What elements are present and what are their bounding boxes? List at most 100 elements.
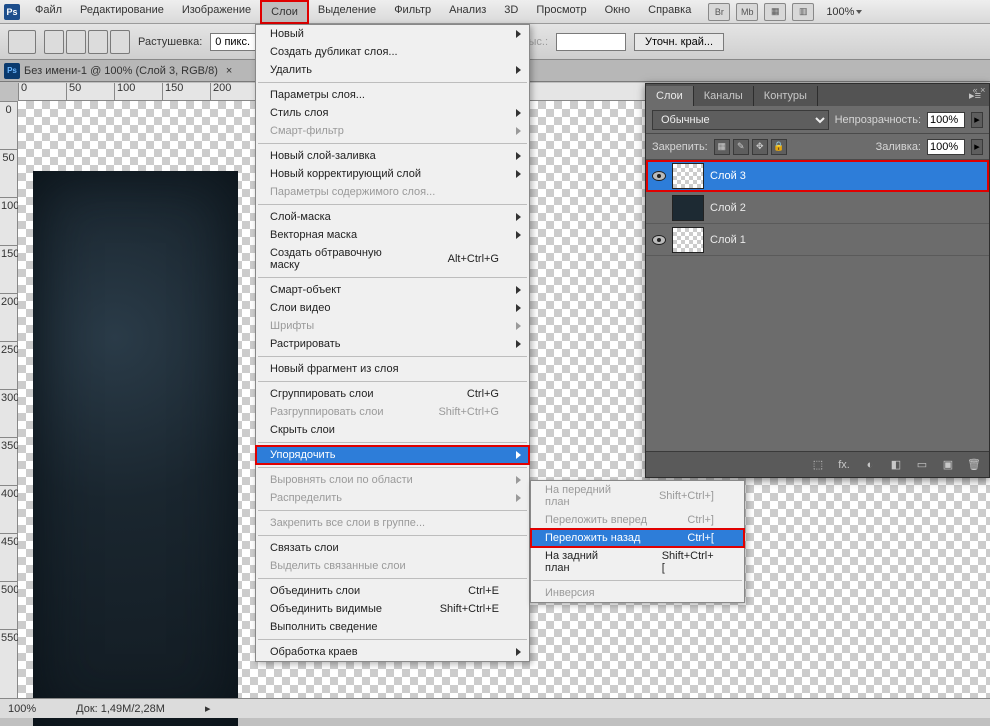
view-extras-icon[interactable]: ▥: [792, 3, 814, 21]
menu-item[interactable]: Создать обтравочную маскуAlt+Ctrl+G: [256, 244, 529, 274]
lock-label: Закрепить:: [652, 141, 708, 153]
close-doc-icon[interactable]: ×: [226, 65, 232, 77]
panel-footer-icon[interactable]: ▣: [939, 457, 957, 473]
tab-channels[interactable]: Каналы: [694, 86, 754, 106]
menu-item[interactable]: Связать слои: [256, 539, 529, 557]
menu-item[interactable]: Слои видео: [256, 299, 529, 317]
menu-item[interactable]: Новый фрагмент из слоя: [256, 360, 529, 378]
selection-mode-add[interactable]: [66, 30, 86, 54]
panel-collapse-icon[interactable]: « ×: [970, 85, 988, 95]
panel-footer-icon[interactable]: ◧: [887, 457, 905, 473]
menu-item[interactable]: Растрировать: [256, 335, 529, 353]
menu-просмотр[interactable]: Просмотр: [527, 0, 595, 24]
menu-item[interactable]: Слой-маска: [256, 208, 529, 226]
panel-footer-icon[interactable]: ▭: [913, 457, 931, 473]
menu-справка[interactable]: Справка: [639, 0, 700, 24]
menu-анализ[interactable]: Анализ: [440, 0, 495, 24]
bridge-icon[interactable]: Br: [708, 3, 730, 21]
visibility-toggle[interactable]: [646, 235, 672, 245]
panel-footer-icon[interactable]: fx.: [835, 457, 853, 473]
menu-item[interactable]: Новый слой-заливка: [256, 147, 529, 165]
menu-файл[interactable]: Файл: [26, 0, 71, 24]
menu-изображение[interactable]: Изображение: [173, 0, 260, 24]
current-tool-icon[interactable]: [8, 30, 36, 54]
refine-edge-button[interactable]: Уточн. край...: [634, 33, 724, 51]
lock-transparency-icon[interactable]: ▦: [714, 139, 730, 155]
layer-row[interactable]: Слой 3: [646, 160, 989, 192]
screen-mode-icon[interactable]: ▦: [764, 3, 786, 21]
ruler-vertical: 050100150200250300350400450500550: [0, 101, 18, 698]
menu-item[interactable]: Новый корректирующий слой: [256, 165, 529, 183]
panel-footer-icon[interactable]: 🗑: [965, 457, 983, 473]
menu-item: Смарт-фильтр: [256, 122, 529, 140]
menu-item: Шрифты: [256, 317, 529, 335]
menu-item: Выделить связанные слои: [256, 557, 529, 575]
blend-mode-select[interactable]: Обычные: [652, 110, 829, 130]
selection-mode-sub[interactable]: [88, 30, 108, 54]
tab-paths[interactable]: Контуры: [754, 86, 818, 106]
arrange-submenu: На передний планShift+Ctrl+]Переложить в…: [530, 480, 745, 603]
lock-position-icon[interactable]: ✥: [752, 139, 768, 155]
selection-mode-new[interactable]: [44, 30, 64, 54]
menu-редактирование[interactable]: Редактирование: [71, 0, 173, 24]
menu-item[interactable]: Объединить слоиCtrl+E: [256, 582, 529, 600]
opacity-label: Непрозрачность:: [835, 114, 921, 126]
menu-item[interactable]: Переложить назадCtrl+[: [531, 529, 744, 547]
menu-item: На передний планShift+Ctrl+]: [531, 481, 744, 511]
menu-item[interactable]: На задний планShift+Ctrl+[: [531, 547, 744, 577]
panel-footer-icon[interactable]: ◐: [861, 457, 879, 473]
document-title: Без имени-1 @ 100% (Слой 3, RGB/8): [24, 65, 218, 77]
selection-mode-intersect[interactable]: [110, 30, 130, 54]
menu-item[interactable]: Скрыть слои: [256, 421, 529, 439]
menu-item: Распределить: [256, 489, 529, 507]
layers-panel: Слои Каналы Контуры ▸≡ Обычные Непрозрач…: [645, 83, 990, 478]
layer-name: Слой 2: [710, 202, 746, 214]
menu-слои[interactable]: Слои: [260, 0, 309, 24]
main-menubar: Ps ФайлРедактированиеИзображениеСлоиВыде…: [0, 0, 990, 24]
menu-item[interactable]: Параметры слоя...: [256, 86, 529, 104]
zoom-level[interactable]: 100%: [826, 6, 862, 18]
menu-item[interactable]: Сгруппировать слоиCtrl+G: [256, 385, 529, 403]
opacity-input[interactable]: [927, 112, 965, 128]
visibility-toggle[interactable]: [646, 171, 672, 181]
status-zoom: 100%: [8, 703, 36, 715]
lock-all-icon[interactable]: 🔒: [771, 139, 787, 155]
menu-item[interactable]: Стиль слоя: [256, 104, 529, 122]
layer-row[interactable]: Слой 1: [646, 224, 989, 256]
menu-item[interactable]: Обработка краев: [256, 643, 529, 661]
layer-name: Слой 1: [710, 234, 746, 246]
layer-thumbnail: [672, 195, 704, 221]
layer-row[interactable]: Слой 2: [646, 192, 989, 224]
image-content: [33, 171, 238, 726]
menu-фильтр[interactable]: Фильтр: [385, 0, 440, 24]
tab-layers[interactable]: Слои: [646, 86, 694, 106]
menu-item[interactable]: Выполнить сведение: [256, 618, 529, 636]
menu-item[interactable]: Объединить видимыеShift+Ctrl+E: [256, 600, 529, 618]
mini-bridge-icon[interactable]: Mb: [736, 3, 758, 21]
panel-tabs: Слои Каналы Контуры ▸≡: [646, 84, 989, 106]
fill-slider-icon[interactable]: ▸: [971, 139, 983, 155]
menu-item[interactable]: Новый: [256, 25, 529, 43]
status-arrow-icon[interactable]: ▸: [205, 702, 211, 715]
panel-footer-icon[interactable]: ⬚: [809, 457, 827, 473]
layers-panel-footer: ⬚ fx. ◐ ◧ ▭ ▣ 🗑: [646, 451, 989, 477]
menu-item: Выровнять слои по области: [256, 471, 529, 489]
menu-окно[interactable]: Окно: [596, 0, 640, 24]
menu-item: Разгруппировать слоиShift+Ctrl+G: [256, 403, 529, 421]
layers-menu-dropdown: НовыйСоздать дубликат слоя...Удалить Пара…: [255, 24, 530, 662]
app-logo: Ps: [4, 4, 20, 20]
menu-item[interactable]: Векторная маска: [256, 226, 529, 244]
menu-item: Закрепить все слои в группе...: [256, 514, 529, 532]
fill-label: Заливка:: [876, 141, 921, 153]
menu-item[interactable]: Удалить: [256, 61, 529, 79]
menu-item: Переложить впередCtrl+]: [531, 511, 744, 529]
opacity-slider-icon[interactable]: ▸: [971, 112, 983, 128]
menu-item[interactable]: Смарт-объект: [256, 281, 529, 299]
fill-input[interactable]: [927, 139, 965, 155]
lock-pixels-icon[interactable]: ✎: [733, 139, 749, 155]
menu-3d[interactable]: 3D: [495, 0, 527, 24]
menu-item[interactable]: Создать дубликат слоя...: [256, 43, 529, 61]
menu-item[interactable]: Упорядочить: [256, 446, 529, 464]
menu-item: Инверсия: [531, 584, 744, 602]
menu-выделение[interactable]: Выделение: [309, 0, 385, 24]
